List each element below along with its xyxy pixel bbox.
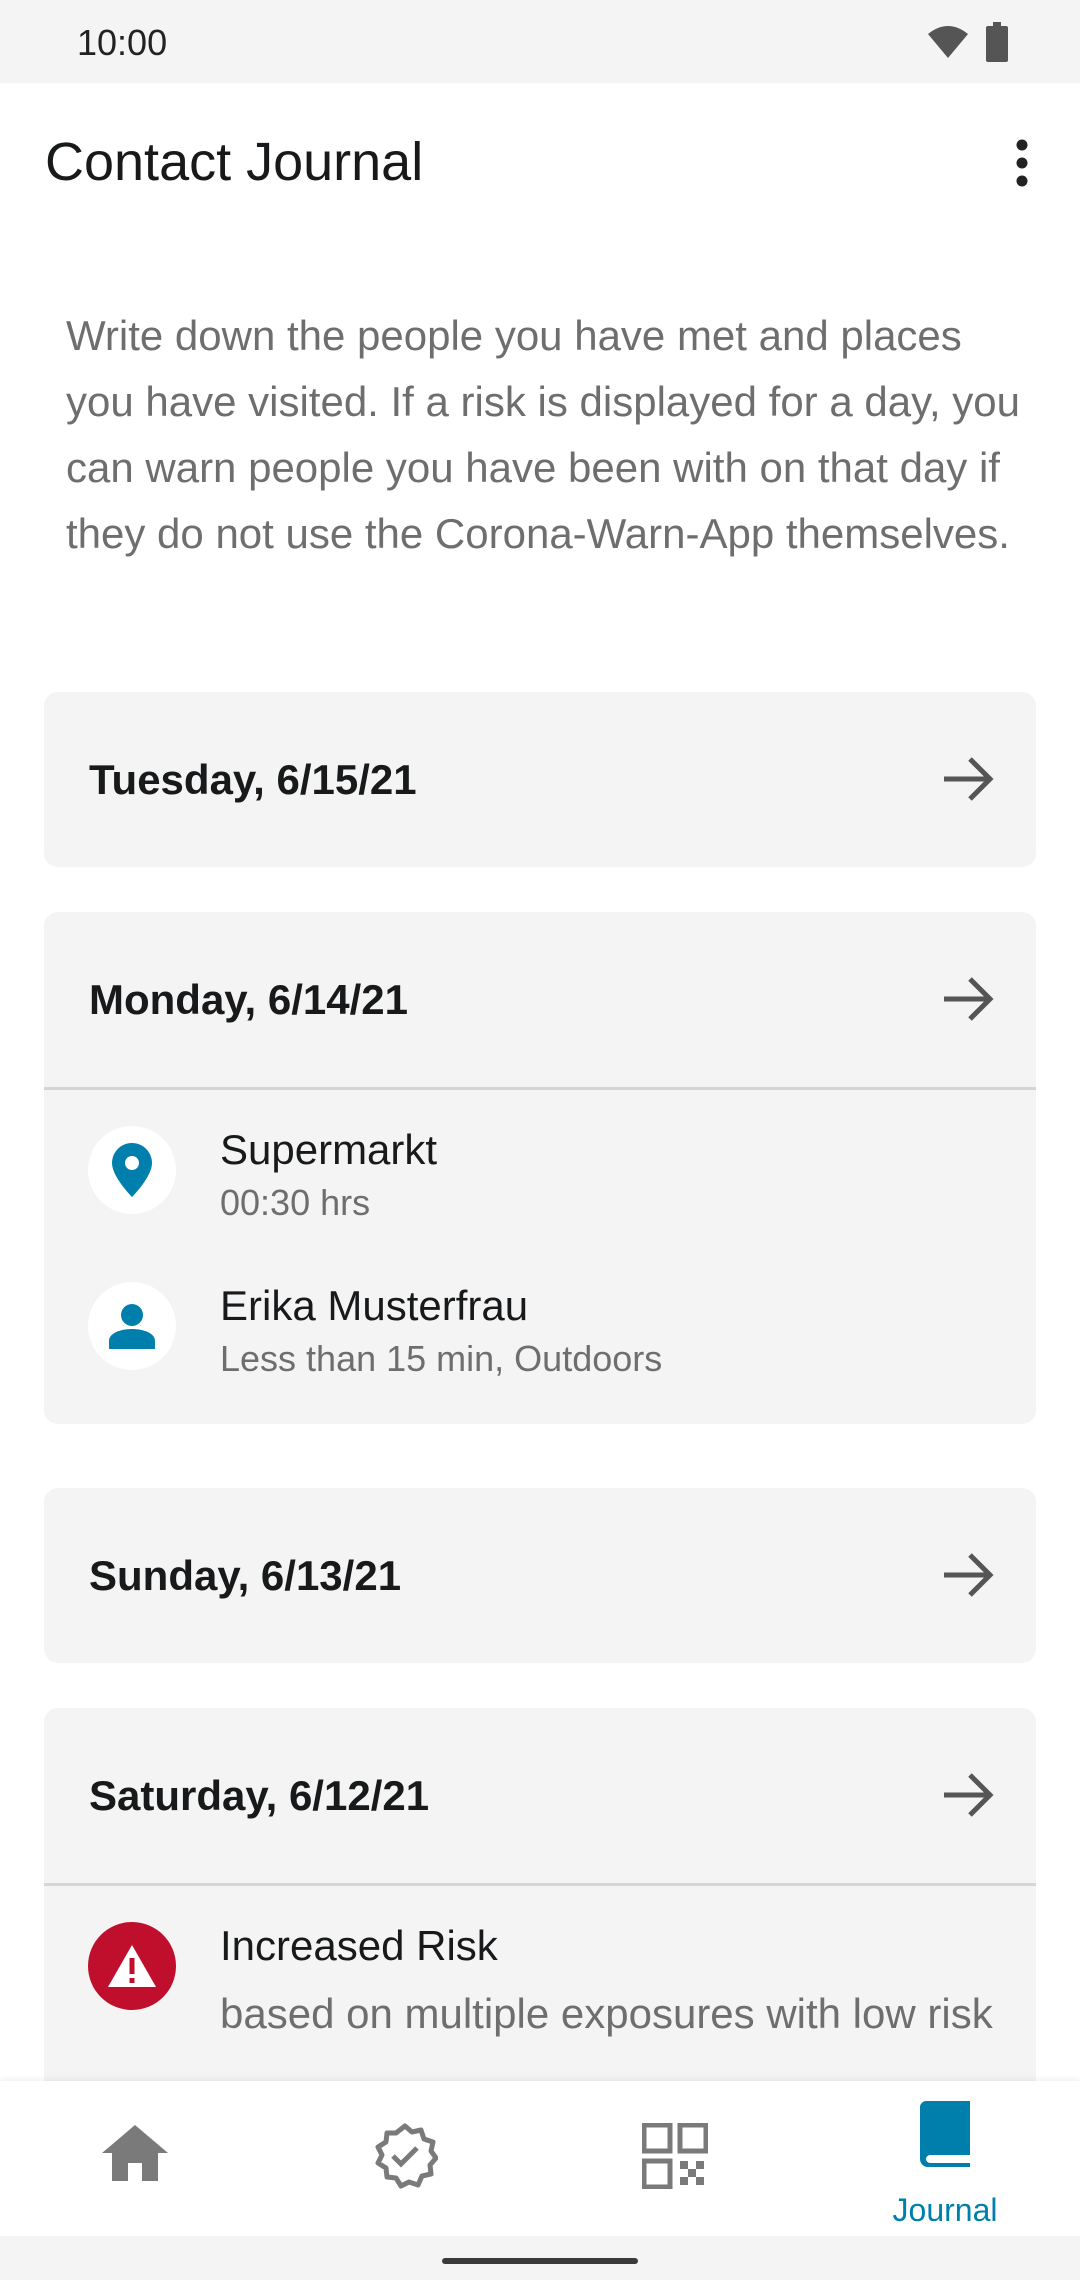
person-icon: [109, 1304, 155, 1349]
overflow-menu-button[interactable]: [992, 123, 1052, 203]
entry-name: Erika Musterfrau: [220, 1282, 529, 1329]
warning-icon: [108, 1945, 156, 1987]
day-card-header[interactable]: Monday, 6/14/21: [44, 912, 1036, 1087]
day-card[interactable]: Monday, 6/14/21 Supermarkt 00:30 hrs Eri…: [44, 912, 1036, 1424]
nav-certificates[interactable]: [270, 2081, 540, 2236]
nav-home[interactable]: [0, 2081, 270, 2236]
journal-entry-person[interactable]: Erika Musterfrau Less than 15 min, Outdo…: [44, 1246, 1036, 1402]
risk-entry[interactable]: Increased Risk based on multiple exposur…: [44, 1886, 1036, 2081]
certificate-check-icon: [375, 2123, 438, 2189]
battery-icon: [986, 22, 1008, 62]
location-pin-icon: [112, 1143, 152, 1197]
qr-code-icon: [642, 2123, 708, 2189]
risk-detail: based on multiple exposures with low ris…: [220, 1990, 993, 2037]
day-card-header[interactable]: Sunday, 6/13/21: [44, 1488, 1036, 1663]
arrow-right-icon: [944, 977, 994, 1021]
page-title: Contact Journal: [45, 132, 424, 192]
arrow-right-icon: [944, 1773, 994, 1817]
wifi-icon: [928, 26, 968, 58]
entry-detail: Less than 15 min, Outdoors: [220, 1338, 663, 1379]
arrow-right-icon: [944, 1553, 994, 1597]
day-date: Tuesday, 6/15/21: [89, 755, 417, 803]
status-bar: 10:00: [0, 0, 1080, 83]
day-card-header[interactable]: Saturday, 6/12/21: [44, 1708, 1036, 1883]
nav-check-in[interactable]: [540, 2081, 810, 2236]
risk-title: Increased Risk: [220, 1922, 498, 1969]
journal-entry-location[interactable]: Supermarkt 00:30 hrs: [44, 1090, 1036, 1246]
entry-detail: 00:30 hrs: [220, 1182, 371, 1223]
day-date: Monday, 6/14/21: [89, 975, 409, 1023]
nav-journal[interactable]: Journal: [810, 2081, 1080, 2236]
arrow-right-icon: [944, 757, 994, 801]
day-card[interactable]: Sunday, 6/13/21: [44, 1488, 1036, 1663]
journal-book-icon: [920, 2101, 970, 2167]
journal-content[interactable]: Write down the people you have met and p…: [0, 243, 1080, 2081]
status-time: 10:00: [77, 22, 168, 63]
home-gesture-handle[interactable]: [442, 2258, 638, 2264]
bottom-navigation: Journal: [0, 2081, 1080, 2236]
nav-journal-label: Journal: [892, 2192, 998, 2228]
more-vertical-icon: [1016, 139, 1028, 187]
app-bar: Contact Journal: [0, 83, 1080, 243]
day-card[interactable]: Tuesday, 6/15/21: [44, 692, 1036, 867]
day-card-header[interactable]: Tuesday, 6/15/21: [44, 692, 1036, 867]
entry-name: Supermarkt: [220, 1126, 438, 1173]
day-date: Saturday, 6/12/21: [89, 1771, 430, 1819]
day-date: Sunday, 6/13/21: [89, 1551, 402, 1599]
day-card[interactable]: Saturday, 6/12/21 Increased Risk based o…: [44, 1708, 1036, 2081]
intro-text: Write down the people you have met and p…: [66, 312, 1021, 557]
home-icon: [102, 2125, 168, 2181]
